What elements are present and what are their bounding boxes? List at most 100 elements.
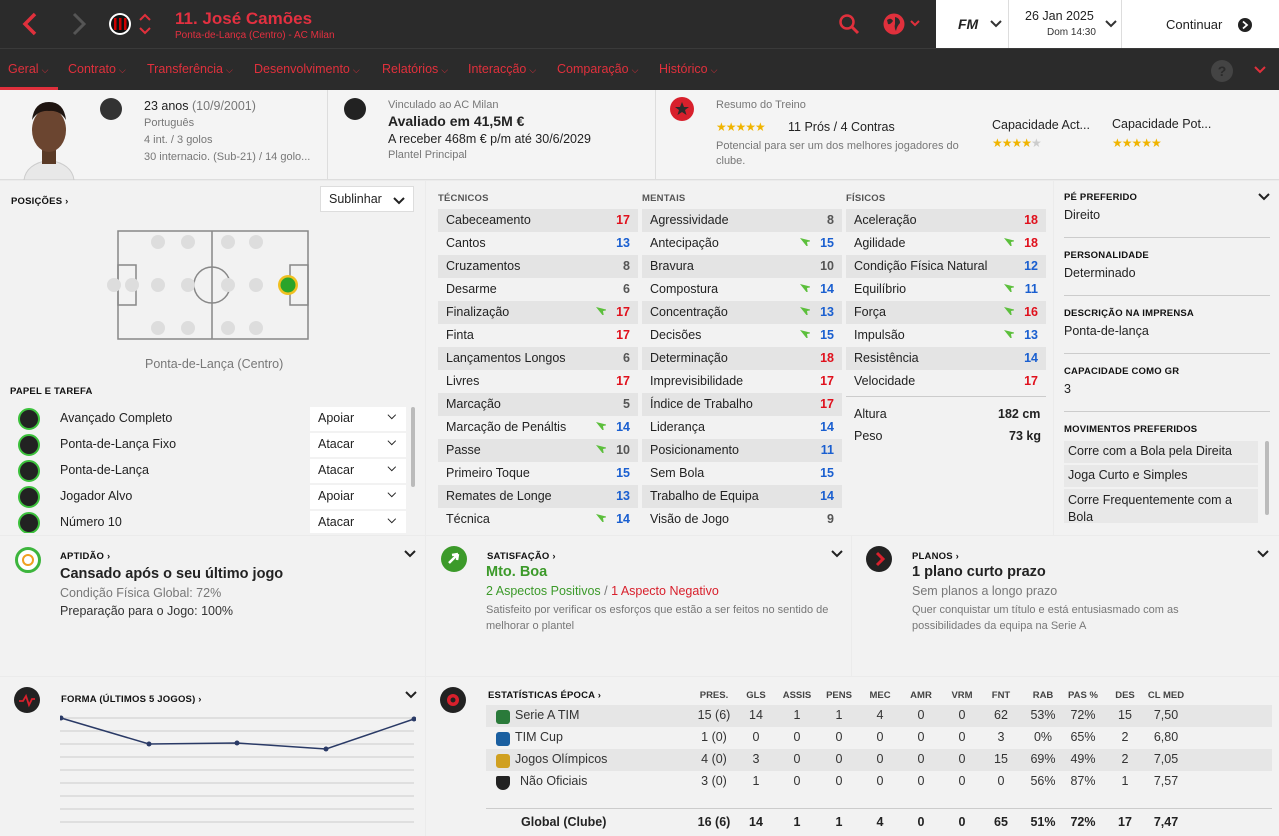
attribute-row[interactable]: Antecipação 15	[642, 232, 842, 255]
attribute-row[interactable]: Visão de Jogo 9	[642, 508, 842, 531]
attribute-name: Desarme	[446, 282, 497, 296]
tab-interaccao[interactable]: Interacção ⌵	[468, 62, 536, 76]
chevron-down-icon[interactable]	[831, 549, 843, 559]
attribute-name: Cantos	[446, 236, 486, 250]
attribute-row[interactable]: Remates de Longe 13	[438, 485, 638, 508]
role-row[interactable]: Ponta-de-Lança Atacar ⌵	[14, 459, 406, 483]
competition-name[interactable]: TIM Cup	[515, 730, 563, 744]
duty-dropdown[interactable]: Apoiar ⌵	[310, 485, 406, 509]
tab-contrato[interactable]: Contrato ⌵	[68, 62, 126, 76]
player-subtitle[interactable]: Ponta-de-Lança (Centro) - AC Milan	[175, 30, 335, 41]
attribute-row[interactable]: Equilíbrio 11	[846, 278, 1046, 301]
continue-button[interactable]: Continuar	[1122, 0, 1279, 48]
positions-title[interactable]: POSIÇÕES ›	[11, 196, 68, 207]
attribute-name: Compostura	[650, 282, 719, 296]
negative-aspects[interactable]: 1 Aspecto Negativo	[611, 584, 719, 598]
tab-geral[interactable]: Geral ⌵	[8, 62, 48, 76]
chevron-down-icon[interactable]	[1254, 65, 1266, 75]
progress-arrow-icon	[1004, 307, 1014, 315]
attribute-row[interactable]: Bravura 10	[642, 255, 842, 278]
highlight-dropdown[interactable]: Sublinhar	[320, 186, 414, 212]
positive-aspects[interactable]: 2 Aspectos Positivos	[486, 584, 601, 598]
help-icon[interactable]: ?	[1211, 60, 1233, 82]
attribute-row[interactable]: Determinação 18	[642, 347, 842, 370]
role-row[interactable]: Jogador Alvo Apoiar ⌵	[14, 485, 406, 509]
attribute-row[interactable]: Desarme 6	[438, 278, 638, 301]
date-selector[interactable]: 26 Jan 2025 Dom 14:30	[1009, 0, 1121, 48]
attribute-row[interactable]: Concentração 13	[642, 301, 842, 324]
attribute-row[interactable]: Finalização 17	[438, 301, 638, 324]
fitness-label[interactable]: APTIDÃO ›	[60, 551, 110, 562]
attribute-row[interactable]: Primeiro Toque 15	[438, 462, 638, 485]
stats-label[interactable]: ESTATÍSTICAS ÉPOCA ›	[488, 690, 601, 701]
wage-text: A receber 468m € p/m até 30/6/2029	[388, 132, 591, 146]
attribute-row[interactable]: Marcação 5	[438, 393, 638, 416]
duty-dropdown[interactable]: Apoiar ⌵	[310, 407, 406, 431]
tab-comparacao[interactable]: Comparação ⌵	[557, 62, 638, 76]
attribute-value: 18	[1024, 213, 1038, 227]
attribute-row[interactable]: Compostura 14	[642, 278, 842, 301]
roles-scrollbar[interactable]	[411, 407, 415, 487]
attribute-row[interactable]: Resistência 14	[846, 347, 1046, 370]
role-row[interactable]: Ponta-de-Lança Fixo Atacar ⌵	[14, 433, 406, 457]
role-row[interactable]: Número 10 Atacar ⌵	[14, 511, 406, 533]
moves-scrollbar[interactable]	[1265, 441, 1269, 515]
attribute-row[interactable]: Cabeceamento 17	[438, 209, 638, 232]
attribute-value: 17	[616, 213, 630, 227]
attribute-row[interactable]: Liderança 14	[642, 416, 842, 439]
attribute-row[interactable]: Velocidade 17	[846, 370, 1046, 393]
attribute-row[interactable]: Força 16	[846, 301, 1046, 324]
attribute-row[interactable]: Finta 17	[438, 324, 638, 347]
tab-transferencia[interactable]: Transferência ⌵	[147, 62, 233, 76]
tab-desenvolvimento[interactable]: Desenvolvimento ⌵	[254, 62, 360, 76]
attribute-row[interactable]: Cruzamentos 8	[438, 255, 638, 278]
attribute-row[interactable]: Sem Bola 15	[642, 462, 842, 485]
duty-dropdown[interactable]: Atacar ⌵	[310, 511, 406, 533]
column-header[interactable]: CL MED	[1141, 690, 1191, 701]
chevron-down-icon[interactable]	[405, 690, 417, 700]
attribute-row[interactable]: Impulsão 13	[846, 324, 1046, 347]
attribute-row[interactable]: Condição Física Natural 12	[846, 255, 1046, 278]
attribute-row[interactable]: Imprevisibilidade 17	[642, 370, 842, 393]
attribute-row[interactable]: Passe 10	[438, 439, 638, 462]
pros-cons-text: 11 Prós / 4 Contras	[788, 120, 895, 134]
progress-arrow-icon	[596, 422, 606, 430]
forward-icon[interactable]	[66, 10, 92, 38]
plans-label[interactable]: PLANOS ›	[912, 551, 959, 562]
search-icon[interactable]	[838, 13, 860, 35]
globe-icon[interactable]	[882, 12, 924, 36]
competition-name[interactable]: Serie A TIM	[515, 708, 579, 722]
back-icon[interactable]	[18, 10, 44, 38]
tab-historico[interactable]: Histórico ⌵	[659, 62, 717, 76]
attribute-name: Cabeceamento	[446, 213, 531, 227]
attribute-row[interactable]: Livres 17	[438, 370, 638, 393]
duty-dropdown[interactable]: Atacar ⌵	[310, 433, 406, 457]
form-label[interactable]: FORMA (ÚLTIMOS 5 JOGOS) ›	[61, 694, 202, 705]
attribute-row[interactable]: Decisões 15	[642, 324, 842, 347]
attribute-row[interactable]: Técnica 14	[438, 508, 638, 531]
competition-name[interactable]: Jogos Olímpicos	[515, 752, 607, 766]
player-switch-icon[interactable]	[138, 12, 152, 36]
attribute-row[interactable]: Lançamentos Longos 6	[438, 347, 638, 370]
attribute-row[interactable]: Marcação de Penáltis 14	[438, 416, 638, 439]
role-row[interactable]: Avançado Completo Apoiar ⌵	[14, 407, 406, 431]
club-badge-icon[interactable]	[108, 10, 132, 38]
profile-strip: 23 anos (10/9/2001) Português 4 int. / 3…	[0, 90, 1279, 181]
attribute-row[interactable]: Cantos 13	[438, 232, 638, 255]
attribute-row[interactable]: Posicionamento 11	[642, 439, 842, 462]
satisfaction-label[interactable]: SATISFAÇÃO ›	[487, 551, 556, 562]
attribute-row[interactable]: Índice de Trabalho 17	[642, 393, 842, 416]
chevron-down-icon[interactable]	[1257, 549, 1269, 559]
fm-menu-button[interactable]: FM	[956, 0, 1008, 48]
tab-relatorios[interactable]: Relatórios ⌵	[382, 62, 448, 76]
attribute-row[interactable]: Agilidade 18	[846, 232, 1046, 255]
attribute-row[interactable]: Agressividade 8	[642, 209, 842, 232]
training-label: Resumo do Treino	[716, 99, 806, 111]
competition-name[interactable]: Não Oficiais	[520, 774, 587, 788]
chevron-down-icon[interactable]	[1258, 192, 1270, 202]
chevron-down-icon[interactable]	[404, 549, 416, 559]
attribute-row[interactable]: Aceleração 18	[846, 209, 1046, 232]
height-label: Altura	[854, 407, 887, 421]
attribute-row[interactable]: Trabalho de Equipa 14	[642, 485, 842, 508]
duty-dropdown[interactable]: Atacar ⌵	[310, 459, 406, 483]
